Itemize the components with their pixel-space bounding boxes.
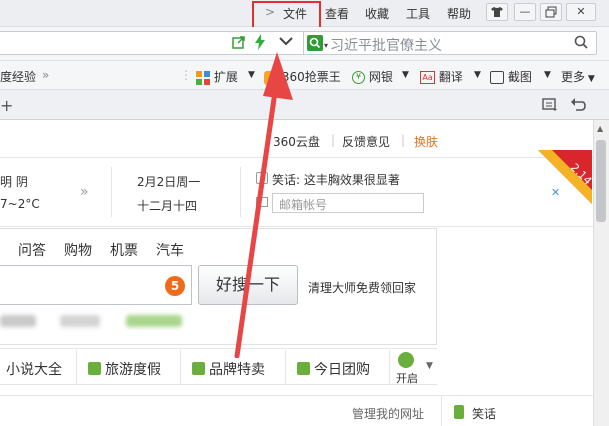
scroll-up-icon[interactable]: ▲	[597, 124, 603, 133]
menu-view[interactable]: 查看	[325, 5, 349, 22]
divider: |	[401, 133, 406, 147]
undo-close-icon[interactable]	[570, 97, 586, 114]
tab-list-icon[interactable]	[542, 98, 558, 115]
weather-more-icon[interactable]: »	[80, 184, 89, 200]
divider	[111, 167, 112, 217]
joke-tab-icon	[454, 405, 464, 419]
link-group-buy[interactable]: 今日团购	[297, 359, 370, 379]
bank-label: 网银	[368, 70, 393, 84]
screenshot-label: 截图	[507, 70, 532, 84]
blurred-hotword	[0, 315, 36, 327]
translate-dropdown-icon[interactable]: ▼	[474, 70, 481, 80]
translate-button[interactable]: Aa 翻译	[420, 68, 463, 85]
shirt-skin-icon[interactable]	[486, 3, 508, 21]
bank-dropdown-icon[interactable]: ▼	[402, 70, 409, 80]
more-dropdown-icon: ▼	[585, 74, 595, 84]
link-travel[interactable]: 旅游度假	[88, 359, 161, 379]
tab-cars[interactable]: 汽车	[156, 240, 184, 260]
lunar-date: 十二月十四	[137, 199, 198, 213]
blurred-hotword	[60, 315, 100, 327]
translate-label: 翻译	[438, 70, 463, 84]
skin-link[interactable]: 换肤	[414, 133, 438, 150]
cart-icon	[192, 362, 205, 375]
valentine-ribbon[interactable]: 2.14	[538, 150, 592, 204]
tab-qa[interactable]: 问答	[18, 240, 46, 260]
link-brand-sale-label: 品牌特卖	[209, 362, 265, 378]
divider	[76, 350, 77, 384]
links-dropdown-icon[interactable]: ▼	[426, 361, 433, 371]
bank-yen-icon: ¥	[352, 71, 365, 84]
bottom-row	[0, 395, 593, 426]
more-button[interactable]: 更多 ▼	[561, 68, 595, 85]
engine-dropdown-icon[interactable]: ▾	[324, 41, 328, 50]
toggle-icon[interactable]	[398, 352, 414, 368]
screenshot-dropdown-icon[interactable]: ▼	[544, 70, 551, 80]
search-placeholder: 习近平批官僚主义	[330, 38, 442, 54]
link-group-buy-label: 今日团购	[314, 362, 370, 378]
translate-icon: Aa	[420, 71, 435, 84]
tab-shopping[interactable]: 购物	[64, 240, 92, 260]
divider: |	[331, 133, 336, 147]
scrollbar-thumb[interactable]	[596, 140, 606, 222]
divider	[180, 350, 181, 384]
main-search-input[interactable]	[0, 265, 192, 305]
tab-flights[interactable]: 机票	[110, 240, 138, 260]
menu-help[interactable]: 帮助	[447, 5, 471, 22]
menu-favorites[interactable]: 收藏	[365, 5, 389, 22]
notification-badge[interactable]: 5	[165, 276, 185, 296]
promo-link[interactable]: 清理大师免费领回家	[308, 279, 416, 296]
weather-temp: 7~2°C	[0, 197, 40, 211]
weather-condition: 明 阴	[0, 175, 28, 189]
enable-label[interactable]: 开启	[396, 370, 418, 386]
bank-button[interactable]: ¥ 网银	[352, 68, 393, 85]
minimize-icon[interactable]: —	[514, 3, 536, 21]
link-novels[interactable]: 小说大全	[6, 359, 62, 379]
more-label: 更多	[561, 70, 586, 84]
scissors-icon	[490, 71, 504, 84]
new-tab-icon[interactable]: +	[0, 96, 13, 115]
close-ribbon-icon[interactable]: ✕	[551, 186, 560, 199]
manage-sites-link[interactable]: 管理我的网址	[352, 405, 424, 422]
search-icon[interactable]	[574, 35, 588, 52]
joke-tab[interactable]: 笑话	[472, 405, 496, 422]
book-icon	[88, 362, 101, 375]
search-engine-icon[interactable]	[307, 35, 323, 51]
extensions-icon	[196, 70, 210, 85]
link-brand-sale[interactable]: 品牌特卖	[192, 359, 265, 379]
annotation-arrow	[234, 52, 293, 358]
toolbar-grip: ⋮	[180, 68, 192, 82]
screenshot-button[interactable]: 截图	[490, 68, 532, 85]
date-text: 2月2日周一	[137, 175, 201, 189]
close-window-icon[interactable]: ✕	[566, 3, 596, 21]
double-chevron-icon[interactable]: »	[42, 68, 49, 82]
calendar-icon	[297, 362, 310, 375]
menu-tools[interactable]: 工具	[406, 5, 430, 22]
divider	[389, 350, 390, 384]
blurred-hotword	[126, 315, 182, 327]
feedback-link[interactable]: 反馈意见	[342, 133, 390, 150]
favorite-link[interactable]: 度经验	[0, 68, 36, 85]
divider	[441, 396, 442, 426]
maximize-icon[interactable]	[540, 3, 562, 21]
link-travel-label: 旅游度假	[105, 362, 161, 378]
